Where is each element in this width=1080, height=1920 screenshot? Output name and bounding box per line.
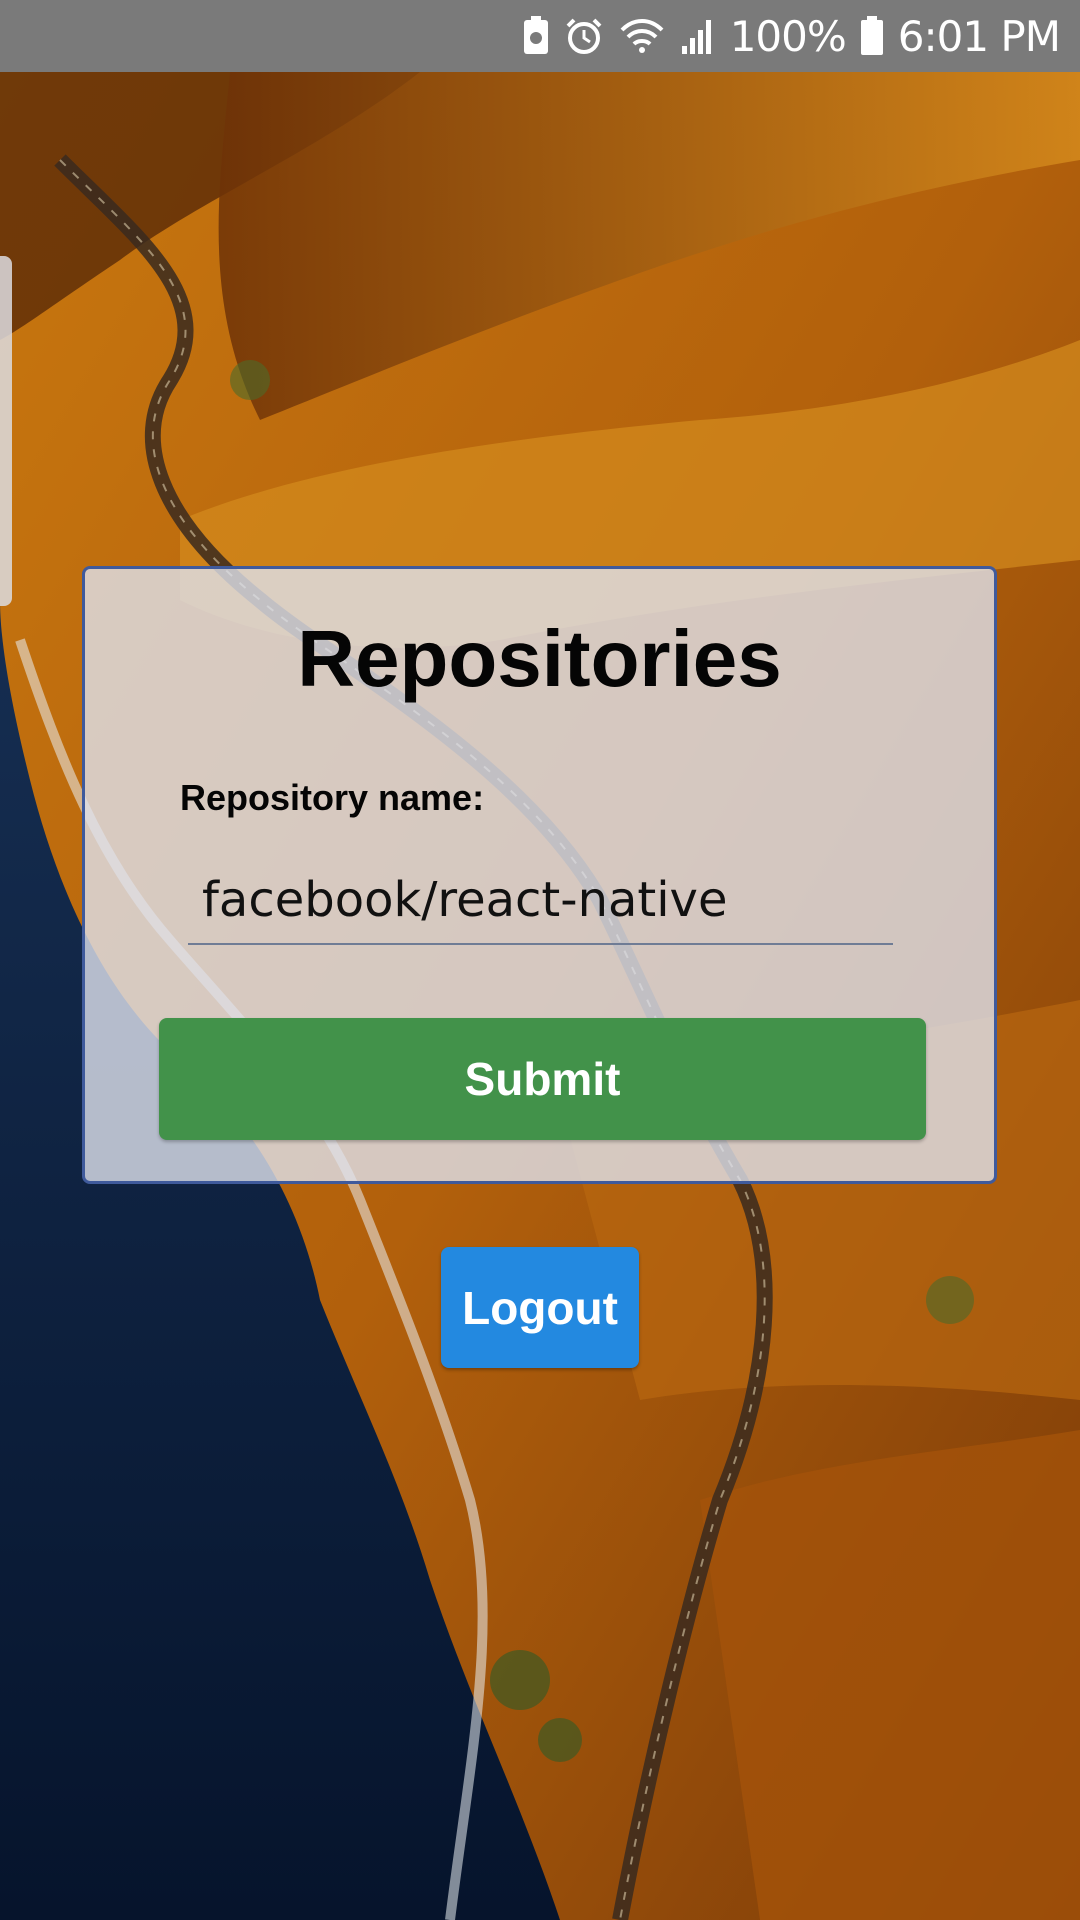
recycle-battery-icon bbox=[522, 16, 550, 56]
repository-name-label: Repository name: bbox=[180, 777, 485, 818]
page-title: Repositories bbox=[297, 614, 782, 703]
battery-icon bbox=[860, 16, 884, 56]
repository-name-input[interactable] bbox=[188, 857, 893, 945]
status-bar: 100% 6:01 PM bbox=[0, 0, 1080, 72]
signal-icon bbox=[680, 16, 716, 56]
repositories-card: Repositories Repository name: Submit bbox=[82, 566, 997, 1184]
app-screen: 100% 6:01 PM Repositories Repository nam… bbox=[0, 0, 1080, 1920]
edge-panel-handle[interactable] bbox=[0, 256, 12, 606]
status-time: 6:01 PM bbox=[897, 11, 1061, 61]
wifi-icon bbox=[618, 16, 666, 56]
submit-button[interactable]: Submit bbox=[159, 1018, 926, 1140]
alarm-icon bbox=[564, 16, 604, 56]
battery-percentage: 100% bbox=[729, 11, 847, 61]
logout-button[interactable]: Logout bbox=[441, 1247, 639, 1368]
